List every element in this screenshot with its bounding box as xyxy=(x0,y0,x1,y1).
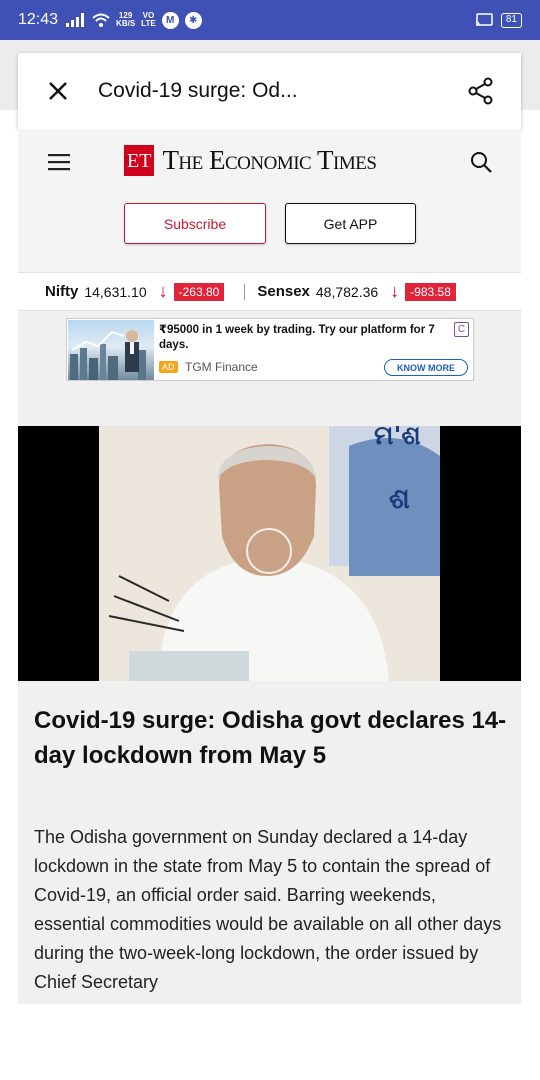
logo-name: The Economic Times xyxy=(162,144,377,175)
skyline-graphic xyxy=(70,330,146,380)
svg-text:ଶ: ଶ xyxy=(389,482,410,515)
cast-icon xyxy=(475,13,493,26)
close-icon xyxy=(49,82,67,100)
status-icons: 129 KB/S VO LTE M ✱ xyxy=(66,11,202,29)
search-icon xyxy=(471,152,492,173)
article-image[interactable]: ମ'ଶ ଶ xyxy=(18,426,521,681)
bluetooth-icon: ✱ xyxy=(184,11,202,29)
signal-icon xyxy=(66,13,85,27)
get-app-button[interactable]: Get APP xyxy=(285,203,416,244)
ad-text: ₹95000 in 1 week by trading. Try our pla… xyxy=(159,324,435,351)
wifi-icon xyxy=(92,13,110,27)
network-type: VO LTE xyxy=(141,11,156,28)
site-header: ET The Economic Times Subscribe Get APP xyxy=(18,129,521,272)
ticker-name-nifty: Nifty xyxy=(45,283,79,300)
ad-choices-icon[interactable]: C xyxy=(454,322,469,337)
network-speed: 129 KB/S xyxy=(116,11,136,28)
bottom-blank-area xyxy=(0,1004,540,1080)
ticker-change-nifty: -263.80 xyxy=(173,282,225,301)
page-title: Covid-19 surge: Od... xyxy=(98,79,298,102)
gmail-icon: M xyxy=(161,11,179,29)
ad-image xyxy=(68,320,154,380)
svg-text:ମ'ଶ: ମ'ଶ xyxy=(374,426,421,451)
status-bar: 12:43 129 KB/S VO LTE M ✱ 81 xyxy=(0,0,540,40)
know-more-button[interactable]: KNOW MORE xyxy=(384,359,468,376)
ad-badge: AD xyxy=(159,361,178,373)
status-time: 12:43 xyxy=(18,11,59,28)
market-ticker: Nifty 14,631.10 ↓ -263.80 Sensex 48,782.… xyxy=(18,272,521,311)
article-body: The Odisha government on Sunday declared… xyxy=(34,827,502,992)
ticker-value-nifty: 14,631.10 xyxy=(84,283,147,300)
hamburger-icon xyxy=(48,154,70,171)
ticker-name-sensex: Sensex xyxy=(257,283,310,300)
ad-source: TGM Finance xyxy=(185,360,258,374)
search-button[interactable] xyxy=(466,145,496,179)
article-photo: ମ'ଶ ଶ xyxy=(99,426,440,681)
ticker-divider xyxy=(244,283,246,300)
down-arrow-icon: ↓ xyxy=(158,281,168,301)
web-page[interactable]: ET The Economic Times Subscribe Get APP … xyxy=(18,129,521,1004)
close-button[interactable] xyxy=(18,53,98,129)
browser-title-bar: Covid-19 surge: Od... xyxy=(18,53,521,129)
status-right: 81 xyxy=(475,12,522,28)
person-photo: ମ'ଶ ଶ xyxy=(99,426,440,681)
share-button[interactable] xyxy=(441,53,521,129)
down-arrow-icon: ↓ xyxy=(390,281,400,301)
share-icon xyxy=(468,77,493,105)
battery-indicator: 81 xyxy=(500,12,522,28)
ad-banner[interactable]: ₹95000 in 1 week by trading. Try our pla… xyxy=(66,318,474,381)
ticker-value-sensex: 48,782.36 xyxy=(315,283,379,300)
site-logo[interactable]: ET The Economic Times xyxy=(124,143,377,177)
ticker-change-sensex: -983.58 xyxy=(405,282,456,301)
subscribe-button[interactable]: Subscribe xyxy=(124,203,266,244)
menu-button[interactable] xyxy=(42,145,76,179)
article-headline: Covid-19 surge: Odisha govt declares 14-… xyxy=(34,707,507,769)
logo-mark: ET xyxy=(124,144,155,176)
